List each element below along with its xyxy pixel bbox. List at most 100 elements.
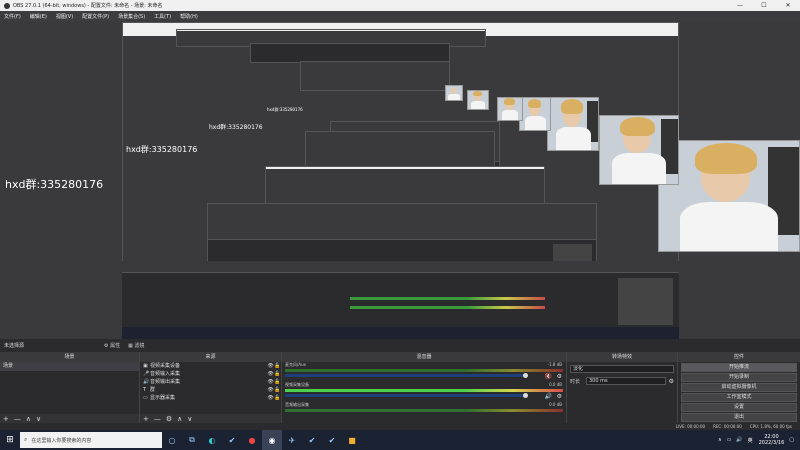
app-icon[interactable]: ■ — [342, 430, 362, 450]
webcam-image-2 — [599, 115, 679, 185]
remove-scene-button[interactable]: — — [14, 415, 21, 423]
eye-icon[interactable]: 👁 — [267, 362, 274, 370]
volume-slider[interactable] — [285, 393, 528, 398]
properties-label: 属性 — [110, 343, 121, 349]
taskbar-search-box[interactable]: ⌕ 在这里输入你要搜索的内容 — [20, 432, 162, 448]
minimize-button[interactable]: — — [728, 0, 752, 11]
volume-meter — [285, 409, 563, 412]
lock-icon[interactable]: 🔓 — [274, 394, 281, 402]
filters-label: 滤镜 — [134, 343, 145, 349]
lock-icon[interactable]: 🔓 — [274, 386, 281, 394]
cortana-icon[interactable]: ○ — [162, 430, 182, 450]
eye-icon[interactable]: 👁 — [267, 394, 274, 402]
lock-icon[interactable]: 🔓 — [274, 370, 281, 378]
speaker-mute-icon[interactable]: 🔇 — [545, 373, 552, 380]
netease-music-icon[interactable]: ● — [242, 430, 262, 450]
obs-taskbar-icon[interactable]: ◉ — [262, 430, 282, 450]
source-item[interactable]: ▭ 显示器采集 👁 🔓 — [140, 394, 281, 402]
volume-slider-handle[interactable] — [523, 373, 528, 378]
scene-item[interactable]: 场景 — [0, 362, 139, 371]
search-placeholder: 在这里输入你要搜索的内容 — [31, 437, 92, 444]
eye-icon[interactable]: 👁 — [267, 386, 274, 394]
close-button[interactable]: ✕ — [776, 0, 800, 11]
system-tray: ∧ ▭ 🔊 英 22:00 2022/3/16 ▢ — [713, 430, 800, 450]
menu-file[interactable]: 文件(F) — [4, 13, 21, 20]
source-item[interactable]: T 群 👁 🔓 — [140, 386, 281, 394]
menu-edit[interactable]: 编辑(E) — [30, 13, 47, 20]
remove-source-button[interactable]: — — [154, 415, 161, 423]
obs-window: OBS 27.0.1 (64-bit, windows) - 配置文件: 未命名… — [0, 0, 800, 450]
source-name: 视频采集设备 — [150, 363, 181, 369]
add-source-button[interactable]: + — [143, 415, 149, 423]
source-name: 音频输出采集 — [150, 379, 181, 385]
watermark-text-4: hxd群:335280176 — [267, 107, 303, 112]
menu-help[interactable]: 帮助(H) — [180, 13, 198, 20]
app-icon[interactable]: ✔ — [322, 430, 342, 450]
start-virtual-camera-button[interactable]: 启动虚拟摄像机 — [681, 383, 797, 392]
transition-select[interactable]: 淡化 — [570, 365, 674, 373]
maximize-button[interactable]: ☐ — [752, 0, 776, 11]
start-recording-button[interactable]: 开始录制 — [681, 373, 797, 382]
controls-dock: 控件 开始推流 开始录制 启动虚拟摄像机 工作室模式 设置 退出 — [678, 352, 800, 423]
menu-tools[interactable]: 工具(T) — [154, 13, 171, 20]
gear-icon[interactable]: ⚙ — [669, 378, 674, 385]
network-icon[interactable]: ▭ — [727, 437, 732, 443]
source-item[interactable]: ▣ 视频采集设备 👁 🔓 — [140, 362, 281, 370]
source-item[interactable]: 🎤 音频输入采集 👁 🔓 — [140, 370, 281, 378]
window-title: OBS 27.0.1 (64-bit, windows) - 配置文件: 未命名… — [13, 3, 163, 9]
nested-preview-9 — [122, 261, 679, 339]
windows-start-icon[interactable]: ⊞ — [0, 430, 20, 450]
menu-view[interactable]: 视图(V) — [56, 13, 73, 20]
source-name: 群 — [150, 387, 156, 393]
settings-button[interactable]: 设置 — [681, 403, 797, 412]
notification-icon[interactable]: ▢ — [789, 437, 794, 443]
move-scene-up-button[interactable]: ∧ — [26, 415, 31, 423]
add-scene-button[interactable]: + — [3, 415, 9, 423]
app-icon[interactable]: ✔ — [222, 430, 242, 450]
windows-taskbar: ⊞ ⌕ 在这里输入你要搜索的内容 ○ ⧉ ◐ ✔ ● ◉ ✈ ✔ ✔ ■ ∧ ▭… — [0, 430, 800, 450]
edge-icon[interactable]: ◐ — [202, 430, 222, 450]
webcam-image-7 — [445, 85, 463, 101]
lock-icon[interactable]: 🔓 — [274, 362, 281, 370]
clock[interactable]: 22:00 2022/3/16 — [759, 434, 785, 446]
mixer-channel: 麦克风/Aux -1.8 dB 🔇 ⚙ — [282, 362, 566, 382]
move-source-down-button[interactable]: ∨ — [187, 415, 192, 423]
move-scene-down-button[interactable]: ∨ — [36, 415, 41, 423]
exit-button[interactable]: 退出 — [681, 413, 797, 422]
duration-input[interactable]: 300 ms — [586, 377, 666, 385]
app-icon[interactable]: ✈ — [282, 430, 302, 450]
start-streaming-button[interactable]: 开始推流 — [681, 363, 797, 372]
app-icon[interactable]: ✔ — [302, 430, 322, 450]
webcam-image-6 — [467, 90, 489, 110]
move-source-up-button[interactable]: ∧ — [177, 415, 182, 423]
volume-icon[interactable]: 🔊 — [736, 437, 742, 443]
eye-icon[interactable]: 👁 — [267, 370, 274, 378]
filters-button[interactable]: ▦ 滤镜 — [128, 342, 144, 349]
sources-title: 来源 — [140, 352, 281, 362]
volume-slider[interactable] — [285, 373, 528, 378]
menu-scene-collection[interactable]: 场景集合(S) — [118, 13, 145, 20]
input-language[interactable]: 英 — [748, 437, 753, 444]
duration-label: 时长 — [570, 378, 581, 385]
lock-icon[interactable]: 🔓 — [274, 378, 281, 386]
chevron-up-icon[interactable]: ∧ — [718, 437, 722, 443]
task-view-icon[interactable]: ⧉ — [182, 430, 202, 450]
sources-dock: 来源 ▣ 视频采集设备 👁 🔓 🎤 音频输入采集 👁 🔓 🔊 音频输出采集 👁 … — [140, 352, 282, 423]
watermark-text: hxd群:335280176 — [5, 178, 104, 191]
transitions-title: 转场特效 — [567, 352, 677, 362]
menu-profile[interactable]: 配置文件(P) — [82, 13, 109, 20]
studio-mode-button[interactable]: 工作室模式 — [681, 393, 797, 402]
preview-canvas[interactable]: hxd群:335280176 hxd群:335280176 hxd群:33528… — [0, 21, 800, 339]
source-item[interactable]: 🔊 音频输出采集 👁 🔓 — [140, 378, 281, 386]
speaker-icon[interactable]: 🔊 — [545, 393, 552, 400]
channel-name: 音频输出采集 — [285, 402, 309, 407]
sources-footer: + — ⚙ ∧ ∨ — [140, 414, 281, 423]
properties-button[interactable]: ⚙ 属性 — [104, 342, 120, 349]
gear-icon[interactable]: ⚙ — [557, 373, 562, 380]
source-properties-gear-icon[interactable]: ⚙ — [166, 415, 172, 423]
volume-slider-handle[interactable] — [523, 393, 528, 398]
eye-icon[interactable]: 👁 — [267, 378, 274, 386]
webcam-image-3 — [547, 97, 599, 151]
gear-icon[interactable]: ⚙ — [557, 393, 562, 400]
webcam-image-5 — [497, 97, 523, 121]
